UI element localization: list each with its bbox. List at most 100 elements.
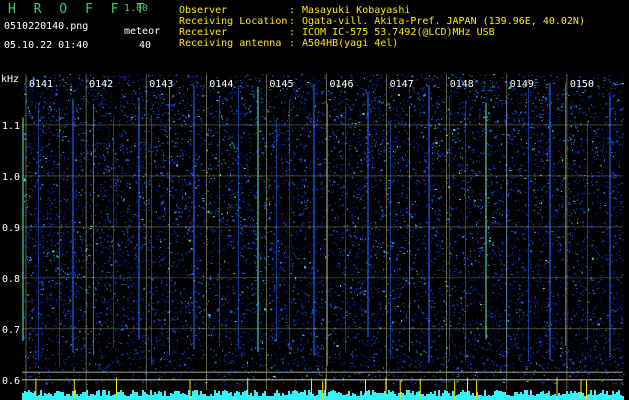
- spectrum-pixel: [184, 283, 186, 285]
- spectrum-pixel: [459, 375, 461, 377]
- spectrum-pixel: [473, 374, 475, 375]
- spectrum-pixel: [299, 107, 301, 110]
- spectrum-pixel: [374, 356, 376, 358]
- spectrum-pixel: [430, 308, 432, 310]
- spectrum-pixel: [487, 261, 489, 262]
- spectrum-pixel: [411, 377, 413, 379]
- spectrum-pixel: [360, 299, 362, 301]
- spectrum-pixel: [579, 270, 581, 272]
- spectrum-pixel: [299, 214, 301, 216]
- spectrum-pixel: [57, 256, 60, 258]
- spectrum-pixel: [220, 383, 222, 385]
- spectrum-pixel: [292, 307, 294, 309]
- spectrum-pixel: [600, 375, 602, 377]
- spectrum-pixel: [129, 187, 131, 189]
- spectrum-pixel: [41, 166, 44, 168]
- spectrum-pixel: [128, 367, 130, 369]
- spectrum-pixel: [500, 263, 502, 265]
- spectrum-pixel: [475, 338, 477, 339]
- spectrum-pixel: [27, 154, 29, 156]
- spectrum-pixel: [119, 164, 121, 166]
- spectrum-pixel: [238, 232, 240, 233]
- spectrum-pixel: [425, 290, 427, 293]
- spectrum-pixel: [516, 237, 518, 239]
- spectrum-pixel: [542, 304, 544, 306]
- spectrum-pixel: [481, 123, 484, 125]
- spectrum-pixel: [454, 196, 456, 198]
- spectrum-pixel: [287, 212, 288, 214]
- spectrum-pixel: [460, 372, 462, 374]
- spectrum-pixel: [415, 212, 417, 213]
- spectrum-pixel: [74, 293, 76, 295]
- spectrum-pixel: [208, 190, 210, 192]
- spectrum-pixel: [324, 77, 327, 79]
- spectrum-pixel: [29, 327, 31, 329]
- spectrum-pixel: [493, 74, 496, 76]
- spectrum-pixel: [495, 311, 497, 313]
- spectrum-pixel: [472, 319, 474, 321]
- spectrum-pixel: [70, 324, 72, 326]
- spectrum-pixel: [94, 325, 96, 327]
- spectrum-pixel: [309, 250, 311, 252]
- spectrum-pixel: [30, 74, 32, 76]
- spectrum-pixel: [182, 266, 184, 267]
- spectrum-pixel: [357, 121, 360, 123]
- spectrum-pixel: [354, 366, 356, 367]
- spectrum-pixel: [601, 173, 603, 174]
- spectrum-pixel: [386, 252, 388, 255]
- spectrum-pixel: [349, 339, 351, 341]
- spectrum-pixel: [592, 373, 594, 375]
- spectrum-pixel: [358, 133, 360, 135]
- spectrum-pixel: [128, 209, 130, 211]
- spectrum-pixel: [572, 295, 574, 297]
- spectrum-pixel: [37, 92, 39, 94]
- spectrum-pixel: [347, 208, 348, 210]
- spectrum-pixel: [102, 97, 104, 99]
- spectrum-pixel: [160, 316, 162, 318]
- colon: :: [289, 5, 296, 16]
- spectrum-pixel: [266, 354, 269, 356]
- spectrum-pixel: [152, 262, 154, 264]
- spectrum-pixel: [447, 165, 449, 167]
- spectrum-pixel: [202, 274, 205, 276]
- spectrum-pixel: [593, 292, 594, 294]
- spectrum-pixel: [501, 143, 503, 146]
- spectrum-pixel: [274, 180, 276, 182]
- spectrum-pixel: [80, 128, 82, 130]
- spectrum-pixel: [473, 250, 475, 252]
- spectrum-pixel: [126, 264, 128, 266]
- spectrum-pixel: [106, 313, 107, 315]
- spectrum-pixel: [367, 76, 369, 78]
- spectrum-pixel: [556, 236, 559, 238]
- spectrum-pixel: [353, 301, 355, 303]
- spectrum-pixel: [302, 308, 304, 309]
- spectrum-pixel: [292, 290, 295, 292]
- spectrum-pixel: [443, 127, 445, 130]
- spectrum-pixel: [300, 229, 302, 231]
- spectrum-pixel: [286, 368, 288, 371]
- spectrum-pixel: [452, 294, 454, 296]
- spectrum-pixel: [228, 300, 230, 302]
- spectrum-pixel: [38, 258, 40, 261]
- spectrum-pixel: [518, 130, 520, 132]
- spectrum-pixel: [493, 376, 495, 378]
- spectrum-pixel: [607, 208, 609, 210]
- spectrum-pixel: [301, 291, 303, 294]
- spectrum-pixel: [618, 184, 620, 185]
- spectrum-pixel: [91, 94, 93, 96]
- spectrum-pixel: [97, 202, 98, 204]
- spectrum-pixel: [432, 208, 433, 210]
- spectrum-pixel: [32, 355, 34, 357]
- spectrum-pixel: [156, 237, 158, 239]
- spectrum-pixel: [69, 272, 72, 274]
- spectrum-pixel: [48, 197, 50, 199]
- spectrum-pixel: [398, 188, 399, 190]
- hroft-screen: H R O F F T 1.00 0510220140.png 05.10.22…: [0, 0, 629, 400]
- spectrum-pixel: [472, 135, 474, 137]
- spectrum-pixel: [211, 256, 214, 258]
- spectrum-pixel: [148, 150, 151, 152]
- spectrum-pixel: [241, 320, 243, 322]
- spectrum-pixel: [43, 333, 45, 335]
- spectrum-pixel: [339, 265, 341, 267]
- spectrum-pixel: [177, 235, 179, 237]
